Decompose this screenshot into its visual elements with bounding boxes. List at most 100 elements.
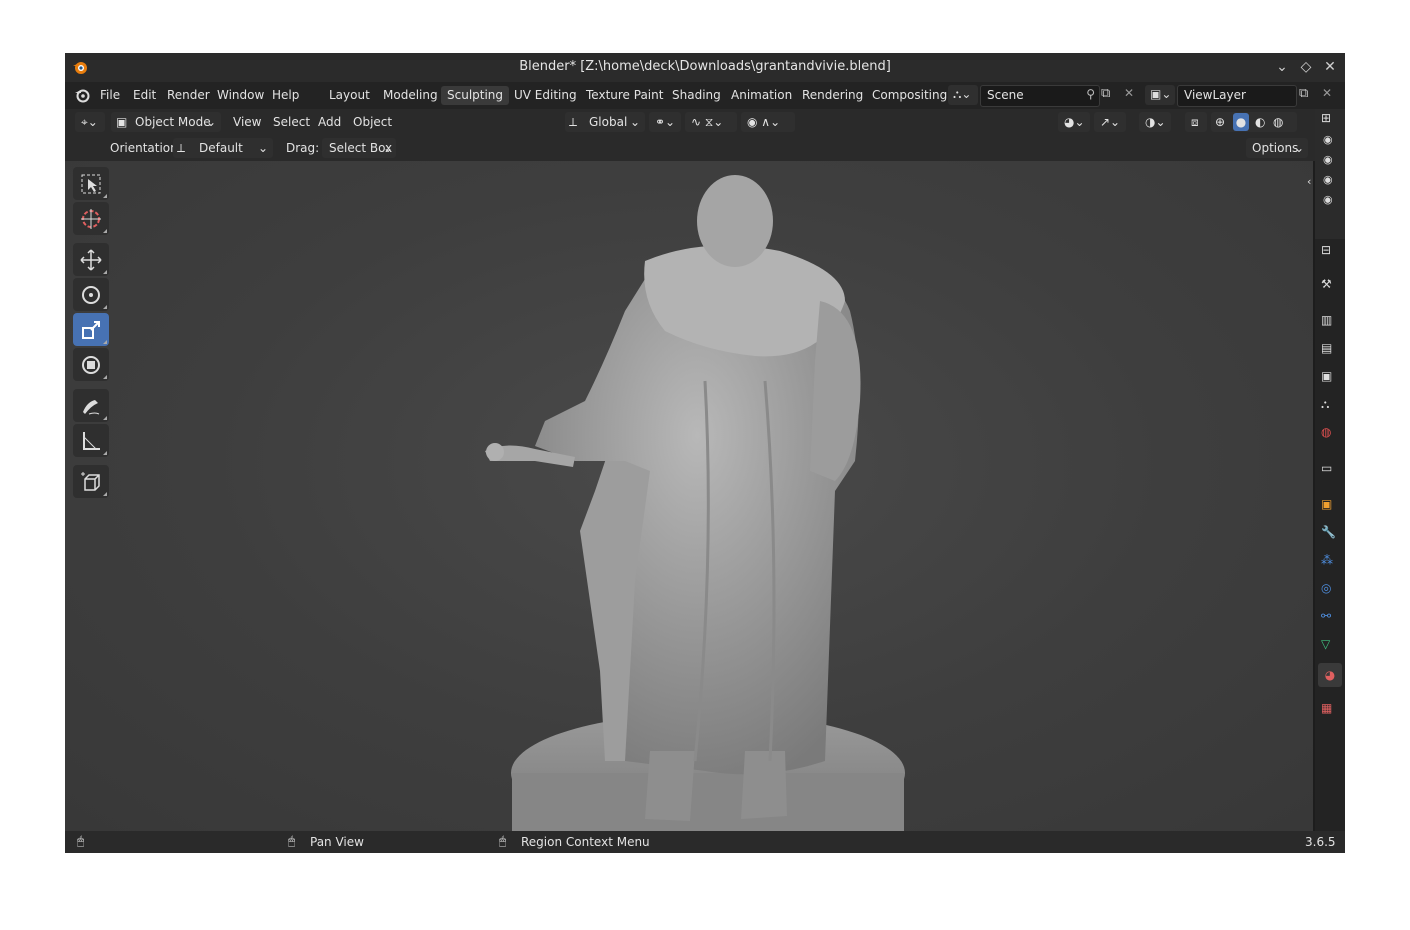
camera-visibility-icon[interactable]: ◉ <box>1323 173 1333 186</box>
new-viewlayer-icon[interactable]: ⧉ <box>1299 86 1308 101</box>
cursor-tool[interactable] <box>73 202 109 235</box>
rotate-icon <box>82 286 100 304</box>
new-scene-icon[interactable]: ⧉ <box>1101 86 1110 101</box>
overlays-icon: ◑⌄ <box>1145 115 1166 129</box>
viewlayer-name-field[interactable]: ViewLayer <box>1177 85 1297 107</box>
move-icon <box>80 249 102 271</box>
menu-window[interactable]: Window <box>217 88 264 102</box>
transform-orientation-dropdown[interactable]: ⟂ Global ⌄ <box>565 112 645 132</box>
render-tab-icon[interactable]: ▥ <box>1321 313 1339 331</box>
collapse-arrow-icon[interactable]: ‹ <box>1307 175 1311 188</box>
data-tab-icon[interactable]: ▽ <box>1321 637 1339 655</box>
constraints-tab-icon[interactable]: ⚯ <box>1321 609 1339 627</box>
move-tool[interactable] <box>73 243 109 276</box>
pin-icon[interactable]: ⚲ <box>1086 87 1095 101</box>
chevron-down-icon: ⌄ <box>382 141 393 155</box>
workspace-tab-layout[interactable]: Layout <box>323 86 376 105</box>
header-menu-object[interactable]: Object <box>353 115 392 129</box>
close-icon[interactable]: ✕ <box>1320 57 1340 77</box>
workspace-tab-shading[interactable]: Shading <box>666 86 727 105</box>
select-box-tool[interactable] <box>73 167 109 200</box>
menu-render[interactable]: Render <box>167 88 210 102</box>
menu-edit[interactable]: Edit <box>133 88 156 102</box>
transform-orientation-label: Global <box>589 115 628 129</box>
pivot-point-dropdown[interactable]: ⚭⌄ <box>649 112 681 132</box>
viewlayer-browse-button[interactable]: ▣⌄ <box>1145 85 1175 105</box>
scale-tool[interactable] <box>73 313 109 346</box>
window-title: Blender* [Z:\home\deck\Downloads\grantan… <box>519 59 891 74</box>
workspace-tab-texture-paint[interactable]: Texture Paint <box>580 86 669 105</box>
material-shading-icon[interactable]: ◐ <box>1255 112 1265 132</box>
maximize-icon[interactable]: ◇ <box>1296 57 1316 77</box>
shading-mode-group: ⊕ ● ◐ ◍ <box>1211 112 1297 132</box>
modifier-tab-icon[interactable]: 🔧 <box>1321 525 1339 543</box>
camera-visibility-icon[interactable]: ◉ <box>1323 153 1333 166</box>
scene-browse-button[interactable]: ⛬⌄ <box>948 85 978 105</box>
delete-scene-icon[interactable]: ✕ <box>1124 86 1134 100</box>
scene-name-field[interactable]: Scene ⚲ <box>980 85 1100 107</box>
transform-tool[interactable] <box>73 348 109 381</box>
chevron-down-icon: ⌄ <box>205 115 216 129</box>
collection-tab-icon[interactable]: ▭ <box>1321 461 1339 479</box>
gizmo-dropdown[interactable]: ↗⌄ <box>1094 112 1126 132</box>
menu-file[interactable]: File <box>100 88 120 102</box>
header-menu-add[interactable]: Add <box>318 115 341 129</box>
delete-viewlayer-icon[interactable]: ✕ <box>1322 86 1332 100</box>
tool-tab-icon[interactable]: ⚒ <box>1321 277 1339 295</box>
rotate-tool[interactable] <box>73 278 109 311</box>
rendered-shading-icon[interactable]: ◍ <box>1273 112 1283 132</box>
workspace-tab-compositing[interactable]: Compositing <box>866 86 953 105</box>
workspace-tab-rendering[interactable]: Rendering <box>796 86 869 105</box>
texture-tab-icon[interactable]: ▦ <box>1321 701 1339 719</box>
orientation-dropdown[interactable]: ⟂ Default ⌄ <box>173 138 273 158</box>
minimize-icon[interactable]: ⌄ <box>1272 57 1292 77</box>
tool-settings-tab-icon[interactable]: ⊟ <box>1321 243 1339 261</box>
camera-visibility-icon[interactable]: ◉ <box>1323 193 1333 206</box>
menu-bar: File Edit Render Window Help Layout Mode… <box>65 82 1345 109</box>
object-tab-icon[interactable]: ▣ <box>1321 497 1339 515</box>
snapping-dropdown[interactable]: ∿ ⧖⌄ <box>685 112 737 132</box>
material-tab-icon[interactable]: ◕ <box>1318 663 1342 687</box>
mouse-middle-icon: 🖱 <box>288 834 296 848</box>
particles-tab-icon[interactable]: ⁂ <box>1321 553 1339 571</box>
proportional-editing-dropdown[interactable]: ◉ ∧⌄ <box>741 112 795 132</box>
visibility-dropdown[interactable]: ◕⌄ <box>1058 112 1090 132</box>
orientation-label: Orientation: <box>110 141 182 155</box>
camera-visibility-icon[interactable]: ◉ <box>1323 133 1333 146</box>
header-menu-select[interactable]: Select <box>273 115 310 129</box>
outliner-strip: ⊞ ◉ ◉ ◉ ◉ ‹ <box>1307 109 1345 239</box>
menu-help[interactable]: Help <box>272 88 299 102</box>
annotate-tool[interactable] <box>73 389 109 422</box>
outliner-filter-icon[interactable]: ⊞ <box>1321 111 1331 125</box>
workspace-tab-modeling[interactable]: Modeling <box>377 86 444 105</box>
mode-label: Object Mode <box>135 115 211 129</box>
xray-toggle[interactable]: ⧈ <box>1185 112 1207 132</box>
world-tab-icon[interactable]: ◍ <box>1321 425 1339 443</box>
scale-icon <box>82 321 100 339</box>
context-menu-hint: Region Context Menu <box>521 835 650 849</box>
transform-icon <box>82 356 100 374</box>
3d-viewport[interactable] <box>65 161 1313 833</box>
status-bar: 🖱 🖱 Pan View 🖱 Region Context Menu 3.6.5 <box>65 831 1345 853</box>
measure-tool[interactable] <box>73 424 109 457</box>
drag-dropdown[interactable]: Select Box ⌄ <box>322 138 396 158</box>
header-menu-view[interactable]: View <box>233 115 261 129</box>
output-tab-icon[interactable]: ▤ <box>1321 341 1339 359</box>
overlays-dropdown[interactable]: ◑⌄ <box>1139 112 1171 132</box>
mouse-left-icon: 🖱 <box>77 834 85 848</box>
add-cube-tool[interactable] <box>73 465 109 498</box>
view-layer-tab-icon[interactable]: ▣ <box>1321 369 1339 387</box>
editor-type-button[interactable]: ⌖⌄ <box>75 112 105 132</box>
physics-tab-icon[interactable]: ◎ <box>1321 581 1339 599</box>
xray-icon: ⧈ <box>1191 115 1199 129</box>
solid-shading-icon[interactable]: ● <box>1233 113 1249 131</box>
blender-menu-icon[interactable] <box>73 86 91 104</box>
workspace-tab-animation[interactable]: Animation <box>725 86 798 105</box>
wireframe-shading-icon[interactable]: ⊕ <box>1215 112 1225 132</box>
workspace-tab-uv-editing[interactable]: UV Editing <box>508 86 583 105</box>
workspace-tab-sculpting[interactable]: Sculpting <box>441 86 510 105</box>
options-dropdown[interactable]: Options ⌄ <box>1246 138 1308 158</box>
scene-tab-icon[interactable]: ⛬ <box>1321 397 1339 415</box>
mode-dropdown[interactable]: ▣ Object Mode ⌄ <box>111 112 221 132</box>
editor-type-icon: ⌖⌄ <box>81 115 98 129</box>
